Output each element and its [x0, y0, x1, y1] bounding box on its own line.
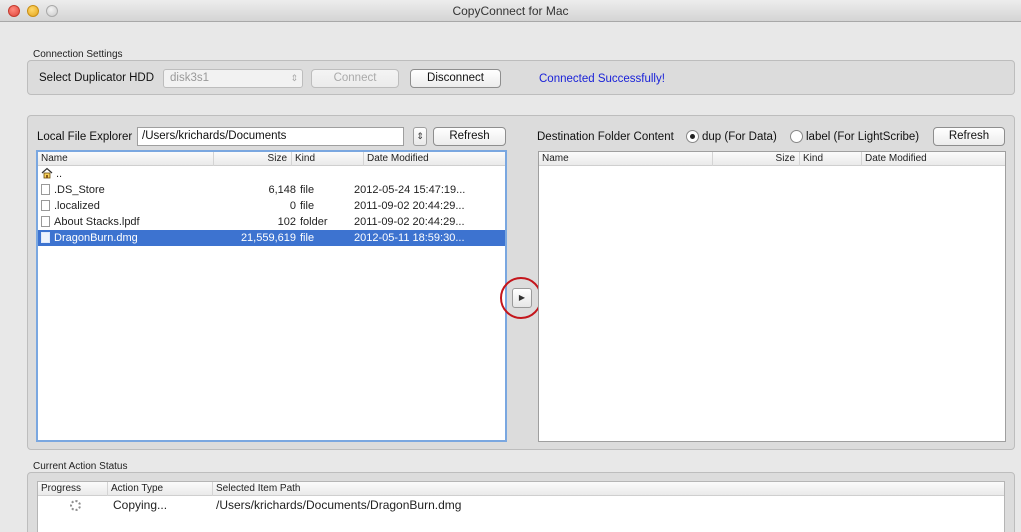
- column-header-item-path[interactable]: Selected Item Path: [213, 482, 1004, 496]
- parent-directory-row[interactable]: ..: [38, 166, 505, 182]
- column-header-progress[interactable]: Progress: [38, 482, 108, 496]
- column-header-date-modified[interactable]: Date Modified: [364, 152, 505, 166]
- file-date-modified: 2012-05-11 18:59:30...: [354, 232, 465, 244]
- local-refresh-button[interactable]: Refresh: [433, 127, 506, 146]
- status-table-header: Progress Action Type Selected Item Path: [38, 482, 1004, 496]
- local-file-table[interactable]: Name Size Kind Date Modified .. .DS_Stor…: [36, 150, 507, 442]
- file-kind: file: [300, 200, 315, 212]
- file-icon: [41, 200, 50, 211]
- column-header-kind[interactable]: Kind: [292, 152, 364, 166]
- label-radio-button[interactable]: [790, 130, 803, 143]
- connection-settings-label: Connection Settings: [33, 49, 123, 60]
- home-icon: [41, 167, 53, 179]
- progress-spinner-icon: [70, 500, 81, 511]
- destination-file-table[interactable]: Name Size Kind Date Modified: [538, 151, 1006, 442]
- label-radio-label: label (For LightScribe): [806, 131, 920, 143]
- column-header-size[interactable]: Size: [214, 152, 292, 166]
- destination-folder-label: Destination Folder Content: [537, 131, 674, 143]
- connection-status-text: Connected Successfully!: [539, 73, 665, 85]
- window-title: CopyConnect for Mac: [452, 4, 569, 18]
- title-bar: CopyConnect for Mac: [0, 0, 1021, 22]
- updown-arrow-icon: ⇕: [416, 131, 424, 141]
- file-size: 21,559,619: [240, 232, 296, 244]
- destination-table-header: Name Size Kind Date Modified: [539, 152, 1005, 166]
- file-kind: file: [300, 184, 315, 196]
- highlight-circle: [500, 277, 542, 319]
- file-name: DragonBurn.dmg: [54, 232, 138, 244]
- column-header-action-type[interactable]: Action Type: [108, 482, 213, 496]
- item-path-value: /Users/krichards/Documents/DragonBurn.dm…: [216, 498, 462, 512]
- action-status-table[interactable]: Progress Action Type Selected Item Path …: [37, 481, 1005, 532]
- hdd-select-label: Select Duplicator HDD: [39, 72, 155, 84]
- file-date-modified: 2011-09-02 20:44:29...: [354, 216, 465, 228]
- file-size: 0: [289, 200, 296, 212]
- hdd-select-value: disk3s1: [170, 72, 209, 84]
- column-header-size[interactable]: Size: [713, 152, 800, 166]
- column-header-name[interactable]: Name: [539, 152, 713, 166]
- column-header-kind[interactable]: Kind: [800, 152, 862, 166]
- file-row[interactable]: DragonBurn.dmg 21,559,619 file 2012-05-11 1…: [38, 230, 505, 246]
- duplicator-hdd-select[interactable]: disk3s1 ⇕: [163, 69, 303, 88]
- file-name: About Stacks.lpdf: [54, 216, 140, 228]
- file-row[interactable]: About Stacks.lpdf 102 folder 2011-09-02 20:…: [38, 214, 505, 230]
- column-header-name[interactable]: Name: [38, 152, 214, 166]
- current-action-status-label: Current Action Status: [33, 461, 128, 472]
- parent-directory-label: ..: [56, 168, 63, 180]
- file-icon: [41, 184, 50, 195]
- file-icon: [41, 232, 50, 243]
- local-table-header: Name Size Kind Date Modified: [38, 152, 505, 166]
- file-date-modified: 2012-05-24 15:47:19...: [354, 184, 466, 196]
- disconnect-button[interactable]: Disconnect: [410, 69, 501, 88]
- file-icon: [41, 216, 50, 227]
- file-date-modified: 2011-09-02 20:44:29...: [354, 200, 465, 212]
- action-type-value: Copying...: [113, 498, 168, 512]
- file-kind: file: [300, 232, 315, 244]
- destination-refresh-button[interactable]: Refresh: [933, 127, 1005, 146]
- file-name: .localized: [54, 200, 100, 212]
- status-row[interactable]: Copying... /Users/krichards/Documents/Dr…: [38, 496, 1004, 514]
- dup-radio-button[interactable]: [686, 130, 699, 143]
- updown-arrow-icon: ⇕: [290, 73, 298, 83]
- connect-button[interactable]: Connect: [311, 69, 399, 88]
- file-size: 6,148: [268, 184, 296, 196]
- file-row[interactable]: .localized 0 file 2011-09-02 20:44:29...: [38, 198, 505, 214]
- file-name: .DS_Store: [54, 184, 105, 196]
- local-path-field[interactable]: /Users/krichards/Documents: [137, 127, 404, 146]
- file-size: 102: [277, 216, 296, 228]
- file-kind: folder: [300, 216, 328, 228]
- path-stepper[interactable]: ⇕: [413, 127, 427, 146]
- dup-radio-label: dup (For Data): [702, 131, 777, 143]
- file-row[interactable]: .DS_Store 6,148 file 2012-05-24 15:47:19...: [38, 182, 505, 198]
- column-header-date-modified[interactable]: Date Modified: [862, 152, 1005, 166]
- local-file-explorer-label: Local File Explorer: [37, 131, 133, 143]
